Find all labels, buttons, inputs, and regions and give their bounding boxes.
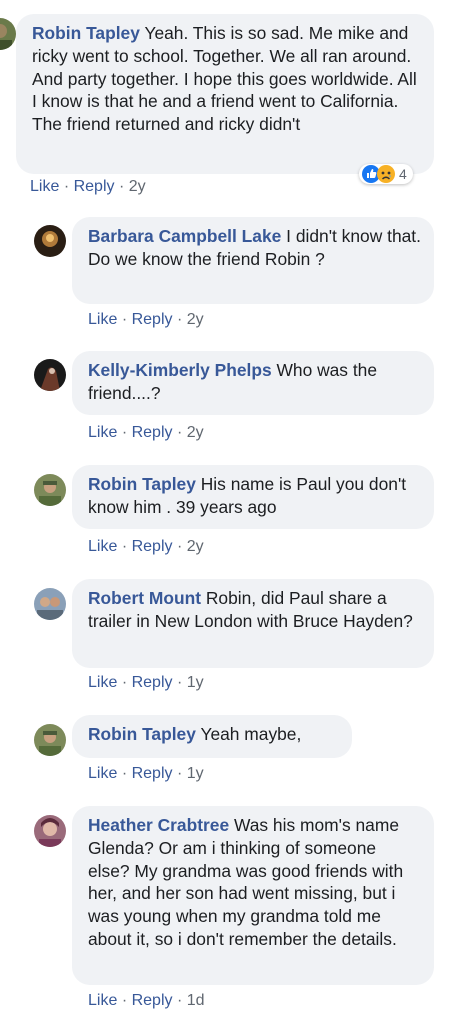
reply-link[interactable]: Reply	[132, 424, 173, 441]
comment-author[interactable]: Robin Tapley	[88, 724, 196, 744]
like-link[interactable]: Like	[30, 178, 59, 195]
reply-link[interactable]: Reply	[74, 178, 115, 195]
comment-timestamp[interactable]: 1d	[187, 992, 205, 1009]
avatar[interactable]	[34, 815, 66, 847]
comment-bubble: Robin Tapley Yeah. This is so sad. Me mi…	[16, 14, 434, 174]
comment-author[interactable]: Robin Tapley	[32, 23, 140, 43]
comment-timestamp[interactable]: 2y	[129, 178, 146, 195]
avatar[interactable]	[34, 588, 66, 620]
like-link[interactable]: Like	[88, 538, 117, 555]
comment-bubble: Robert Mount Robin, did Paul share a tra…	[72, 579, 434, 668]
reply-link[interactable]: Reply	[132, 674, 173, 691]
avatar[interactable]	[34, 724, 66, 756]
comment-bubble: Kelly-Kimberly Phelps Who was the friend…	[72, 351, 434, 415]
avatar[interactable]	[0, 18, 16, 50]
avatar[interactable]	[34, 474, 66, 506]
separator: ·	[121, 765, 128, 782]
comment-bubble: Robin Tapley His name is Paul you don't …	[72, 465, 434, 529]
separator: ·	[121, 424, 128, 441]
comment-text: Yeah maybe,	[200, 724, 302, 744]
comment-timestamp[interactable]: 1y	[187, 674, 204, 691]
reply-link[interactable]: Reply	[132, 538, 173, 555]
like-link[interactable]: Like	[88, 674, 117, 691]
comment-author[interactable]: Heather Crabtree	[88, 815, 229, 835]
comment-actions: Like · Reply · 1y	[88, 765, 204, 783]
like-link[interactable]: Like	[88, 992, 117, 1009]
comment-author[interactable]: Robin Tapley	[88, 474, 196, 494]
separator: ·	[176, 538, 183, 555]
like-link[interactable]: Like	[88, 424, 117, 441]
comment-actions: Like · Reply · 1y	[88, 674, 204, 692]
comment-timestamp[interactable]: 2y	[187, 538, 204, 555]
comment-author[interactable]: Kelly-Kimberly Phelps	[88, 360, 272, 380]
separator: ·	[63, 178, 70, 195]
comment-actions: Like · Reply · 2y	[30, 178, 146, 196]
comment-bubble: Robin Tapley Yeah maybe,	[72, 715, 352, 758]
separator: ·	[121, 311, 128, 328]
comment-author[interactable]: Robert Mount	[88, 588, 201, 608]
comment-timestamp[interactable]: 2y	[187, 424, 204, 441]
separator: ·	[176, 674, 183, 691]
comment-bubble: Barbara Campbell Lake I didn't know that…	[72, 217, 434, 304]
separator: ·	[176, 992, 183, 1009]
separator: ·	[118, 178, 125, 195]
reaction-summary[interactable]: 4	[359, 164, 413, 184]
reply-link[interactable]: Reply	[132, 765, 173, 782]
comment-actions: Like · Reply · 2y	[88, 424, 204, 442]
comment-actions: Like · Reply · 1d	[88, 992, 205, 1010]
avatar[interactable]	[34, 359, 66, 391]
like-link[interactable]: Like	[88, 311, 117, 328]
reaction-count: 4	[399, 166, 407, 182]
separator: ·	[121, 674, 128, 691]
comment-text: Was his mom's name Glenda? Or am i think…	[88, 815, 404, 949]
comment-actions: Like · Reply · 2y	[88, 311, 204, 329]
avatar[interactable]	[34, 225, 66, 257]
separator: ·	[176, 424, 183, 441]
separator: ·	[176, 765, 183, 782]
reply-link[interactable]: Reply	[132, 311, 173, 328]
separator: ·	[121, 992, 128, 1009]
separator: ·	[176, 311, 183, 328]
comment-bubble: Heather Crabtree Was his mom's name Glen…	[72, 806, 434, 985]
comment-timestamp[interactable]: 2y	[187, 311, 204, 328]
comment-timestamp[interactable]: 1y	[187, 765, 204, 782]
comment-actions: Like · Reply · 2y	[88, 538, 204, 556]
like-link[interactable]: Like	[88, 765, 117, 782]
separator: ·	[121, 538, 128, 555]
reply-link[interactable]: Reply	[132, 992, 173, 1009]
comment-author[interactable]: Barbara Campbell Lake	[88, 226, 281, 246]
sad-icon	[377, 165, 395, 183]
